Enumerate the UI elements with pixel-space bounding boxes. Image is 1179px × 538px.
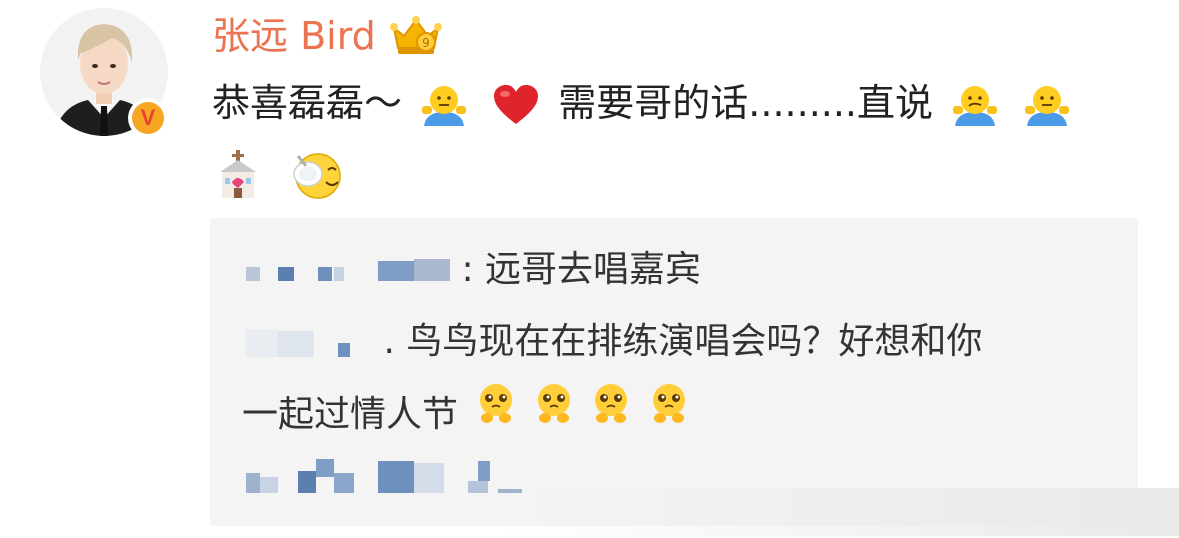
svg-text:9: 9 <box>422 36 430 50</box>
repost-comment-2: . 鸟鸟现在在排练演唱会吗？好想和你 <box>242 318 982 366</box>
wedding-chapel-icon <box>220 149 256 198</box>
footer-fade-overlay <box>500 488 1179 536</box>
repost-comment-text: . 鸟鸟现在在排练演唱会吗？好想和你 <box>383 321 983 362</box>
verified-v-icon: V <box>132 102 164 134</box>
repost-quote-box[interactable]: : 远哥去唱嘉宾 . 鸟鸟现在在排练演唱会吗？好想和你 一起过情人节 <box>210 218 1138 526</box>
repost-comment-1: : 远哥去唱嘉宾 <box>242 246 701 294</box>
pleading-emoji-icon <box>652 384 685 423</box>
redacted-username <box>246 329 350 357</box>
shrug-emoji-icon <box>1025 85 1070 126</box>
post-text-segment: 需要哥的话.........直说 <box>558 81 934 125</box>
verified-badge: V <box>128 98 168 138</box>
redacted-username <box>246 459 522 493</box>
author-name[interactable]: 张远 Bird <box>212 10 376 62</box>
redacted-username <box>246 259 450 281</box>
post-emoji-line <box>212 146 350 200</box>
pleading-emoji-icon <box>537 384 570 423</box>
repost-comment-2-cont: 一起过情人节 <box>242 380 692 439</box>
pleading-emoji-icon <box>595 384 628 423</box>
repost-comment-text: 一起过情人节 <box>242 394 459 435</box>
pleading-emoji-icon <box>480 384 513 423</box>
post-text-segment: 恭喜磊磊～ <box>212 81 403 125</box>
eating-emoji-icon <box>293 152 341 199</box>
repost-comment-text: : 远哥去唱嘉宾 <box>461 249 702 290</box>
shrug-emoji-icon <box>953 85 998 126</box>
post-text-line-1: 恭喜磊磊～ 需要哥的话.........直说 <box>212 78 1077 130</box>
red-heart-icon <box>494 84 539 124</box>
shrug-emoji-icon <box>422 85 467 126</box>
crown-badge-icon[interactable]: 9 <box>388 14 444 58</box>
repost-comment-3 <box>242 450 532 498</box>
